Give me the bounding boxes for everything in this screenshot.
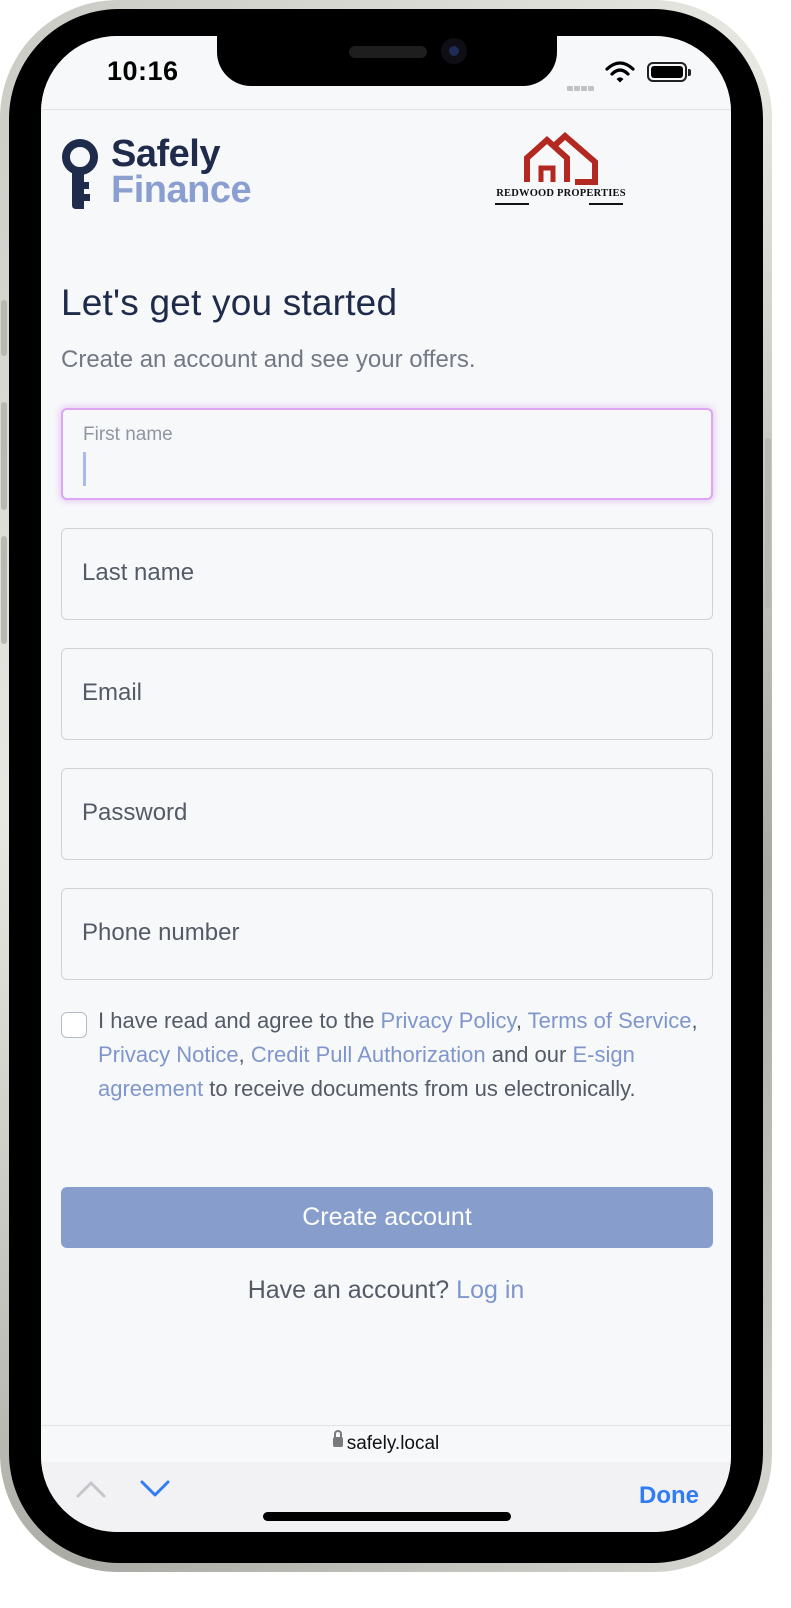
status-time: 10:16 (107, 56, 179, 86)
consent-checkbox[interactable] (61, 1012, 87, 1038)
privacy-notice-link[interactable]: Privacy Notice (98, 1042, 239, 1067)
login-prompt: Have an account? Log in (41, 1276, 731, 1305)
url-bar[interactable]: safely.local (41, 1426, 731, 1462)
brand-line1: Safely (111, 133, 220, 175)
partner-logo: REDWOOD PROPERTIES (491, 131, 631, 209)
email-field[interactable]: Email (61, 648, 713, 740)
brand-line2: Finance (111, 169, 252, 211)
privacy-policy-link[interactable]: Privacy Policy (381, 1008, 516, 1033)
password-field[interactable]: Password (61, 768, 713, 860)
email-placeholder: Email (82, 679, 143, 706)
brand-logo: Safely Finance (111, 133, 252, 211)
log-in-link[interactable]: Log in (456, 1276, 524, 1304)
lock-icon (332, 1429, 343, 1447)
power-button (765, 438, 771, 608)
consent-comma-3: , (238, 1042, 251, 1067)
terms-link[interactable]: Terms of Service (528, 1008, 692, 1033)
phone-field[interactable]: Phone number (61, 888, 713, 980)
url-text: safely.local (346, 1433, 440, 1454)
home-indicator (263, 1512, 511, 1521)
consent-comma-2: , (691, 1008, 698, 1033)
last-name-field[interactable]: Last name (61, 528, 713, 620)
text-cursor (83, 452, 86, 486)
password-placeholder: Password (82, 799, 188, 826)
phone-placeholder: Phone number (82, 919, 240, 946)
key-icon (62, 139, 98, 209)
consent-text: I have read and agree to the Privacy Pol… (98, 1004, 718, 1106)
partner-underline (491, 199, 631, 209)
camera (441, 38, 467, 64)
status-bar: 10:16 (41, 36, 731, 110)
signal-icon (567, 76, 595, 95)
consent-text-1: I have read and agree to the (98, 1008, 381, 1033)
consent-text-3: to receive documents from us electronica… (203, 1076, 636, 1101)
first-name-field[interactable]: First name (61, 408, 713, 500)
chevron-up-icon[interactable] (75, 1478, 107, 1500)
have-account-text: Have an account? (247, 1276, 457, 1304)
credit-pull-link[interactable]: Credit Pull Authorization (251, 1042, 486, 1067)
notch (217, 36, 557, 86)
volume-up-button (1, 402, 7, 510)
done-button[interactable]: Done (639, 1482, 699, 1510)
wifi-icon (605, 61, 635, 83)
page-subtitle: Create an account and see your offers. (61, 346, 476, 373)
first-name-label: First name (83, 424, 173, 445)
last-name-placeholder: Last name (82, 559, 195, 586)
speaker (349, 46, 427, 58)
chevron-down-icon[interactable] (139, 1478, 171, 1500)
keyboard-toolbar: Done (41, 1462, 731, 1532)
status-divider (41, 109, 731, 110)
consent-comma-1: , (515, 1008, 528, 1033)
partner-name: REDWOOD PROPERTIES (496, 188, 626, 199)
page-title: Let's get you started (61, 282, 398, 323)
screen: 10:16 Safely Finance REDWOOD PROPERTIES … (41, 36, 731, 1532)
consent-text-2: and our (485, 1042, 573, 1067)
house-icon (524, 131, 598, 185)
volume-down-button (1, 536, 7, 644)
silent-switch (1, 300, 7, 356)
battery-icon (647, 62, 691, 82)
create-account-button[interactable]: Create account (61, 1187, 713, 1248)
